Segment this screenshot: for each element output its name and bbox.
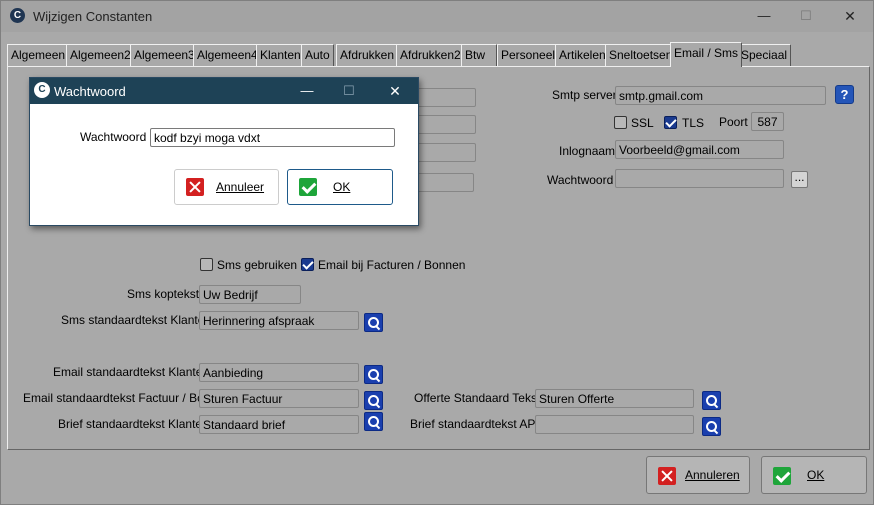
offerte-field[interactable]: Sturen Offerte: [535, 389, 694, 408]
sms-koptekst-field[interactable]: Uw Bedrijf: [199, 285, 301, 304]
sms-standaardtekst-label: Sms standaardtekst Klanten: [61, 313, 212, 327]
email-standaardtekst-search-icon[interactable]: [364, 365, 383, 384]
wachtwoord-label: Wachtwoord: [547, 173, 614, 187]
tab-email-sms[interactable]: Email / Sms: [670, 42, 743, 67]
tls-label: TLS: [682, 116, 705, 130]
ssl-label: SSL: [631, 116, 654, 130]
title-bar: C Wijzigen Constanten — ☐ ✕: [1, 1, 873, 32]
help-icon[interactable]: ?: [835, 85, 854, 104]
ok-button-label: OK: [807, 468, 825, 482]
brief-standaardtekst-search-icon[interactable]: [364, 412, 383, 431]
poort-label: Poort: [719, 115, 748, 129]
email-standaardtekst-field[interactable]: Aanbieding: [199, 363, 359, 382]
annuleren-button[interactable]: Annuleren: [646, 456, 750, 494]
tab-sneltoetsen[interactable]: Sneltoetsen: [605, 44, 677, 66]
email-standaardtekst-label: Email standaardtekst Klanten: [53, 365, 210, 379]
cancel-icon: [658, 467, 676, 485]
dialog-wachtwoord-label: Wachtwoord: [80, 130, 147, 144]
cancel-icon: [186, 178, 204, 196]
email-factuur-field[interactable]: Sturen Factuur: [199, 389, 359, 408]
wachtwoord-field[interactable]: [615, 169, 784, 188]
tab-speciaal[interactable]: Speciaal: [737, 44, 792, 66]
close-button[interactable]: ✕: [828, 4, 872, 28]
sms-gebruiken-checkbox[interactable]: [200, 258, 213, 271]
tab-artikelen[interactable]: Artikelen: [555, 44, 610, 66]
ok-button[interactable]: OK: [761, 456, 867, 494]
brief-standaardtekst-label: Brief standaardtekst Klanten: [58, 417, 209, 431]
email-factuur-search-icon[interactable]: [364, 391, 383, 410]
tab-afdrukken[interactable]: Afdrukken: [336, 44, 399, 66]
wachtwoord-browse-button[interactable]: ...: [791, 171, 808, 188]
check-icon: [299, 178, 317, 196]
tab-klanten[interactable]: Klanten: [256, 44, 305, 66]
offerte-label: Offerte Standaard Tekst: [414, 391, 541, 405]
email-facturen-checkbox[interactable]: [301, 258, 314, 271]
main-window: C Wijzigen Constanten — ☐ ✕ Algemeen Alg…: [0, 0, 874, 505]
tab-afdrukken2[interactable]: Afdrukken2: [396, 44, 465, 66]
sms-standaardtekst-search-icon[interactable]: [364, 313, 383, 332]
dialog-title-bar: C Wachtwoord — ☐ ✕: [30, 78, 418, 104]
brief-apk-search-icon[interactable]: [702, 417, 721, 436]
window-title: Wijzigen Constanten: [33, 9, 153, 24]
sms-koptekst-label: Sms koptekst: [127, 287, 200, 301]
minimize-button[interactable]: —: [742, 4, 786, 28]
wachtwoord-dialog: C Wachtwoord — ☐ ✕ Wachtwoord kodf bzyi …: [29, 77, 419, 226]
app-logo-icon: C: [10, 8, 25, 23]
email-factuur-label: Email standaardtekst Factuur / Bon: [23, 391, 211, 405]
dialog-minimize-button[interactable]: —: [292, 82, 322, 100]
tab-auto[interactable]: Auto: [301, 44, 334, 66]
dialog-ok-button[interactable]: OK: [287, 169, 393, 205]
tab-algemeen2[interactable]: Algemeen2: [66, 44, 135, 66]
tab-personeel[interactable]: Personeel: [497, 44, 560, 66]
annuleer-button-label: Annuleer: [216, 180, 265, 194]
annuleer-button[interactable]: Annuleer: [174, 169, 279, 205]
poort-field[interactable]: 587: [751, 112, 784, 131]
tab-algemeen[interactable]: Algemeen: [7, 44, 70, 66]
email-facturen-label: Email bij Facturen / Bonnen: [318, 258, 466, 272]
tls-checkbox[interactable]: [664, 116, 677, 129]
check-icon: [773, 467, 791, 485]
dialog-title: Wachtwoord: [54, 84, 126, 99]
dialog-maximize-button[interactable]: ☐: [334, 82, 364, 100]
smtp-server-label: Smtp server: [552, 88, 617, 102]
sms-gebruiken-label: Sms gebruiken: [217, 258, 298, 272]
offerte-search-icon[interactable]: [702, 391, 721, 410]
ssl-checkbox[interactable]: [614, 116, 627, 129]
sms-standaardtekst-field[interactable]: Herinnering afspraak: [199, 311, 359, 330]
annuleren-button-label: Annuleren: [685, 468, 740, 482]
brief-standaardtekst-field[interactable]: Standaard brief: [199, 415, 359, 434]
inlognaam-label: Inlognaam: [559, 144, 616, 158]
tab-algemeen4[interactable]: Algemeen4: [193, 44, 262, 66]
tab-algemeen3[interactable]: Algemeen3: [130, 44, 199, 66]
maximize-button[interactable]: ☐: [784, 4, 828, 28]
tab-btw[interactable]: Btw: [461, 44, 497, 66]
dialog-close-button[interactable]: ✕: [380, 82, 410, 100]
dialog-ok-button-label: OK: [333, 180, 351, 194]
dialog-wachtwoord-field[interactable]: kodf bzyi moga vdxt: [150, 128, 395, 147]
dialog-app-logo-icon: C: [34, 82, 50, 98]
inlognaam-field[interactable]: Voorbeeld@gmail.com: [615, 140, 784, 159]
smtp-server-field[interactable]: smtp.gmail.com: [615, 86, 826, 105]
brief-apk-label: Brief standaardtekst APK: [410, 417, 544, 431]
brief-apk-field[interactable]: [535, 415, 694, 434]
